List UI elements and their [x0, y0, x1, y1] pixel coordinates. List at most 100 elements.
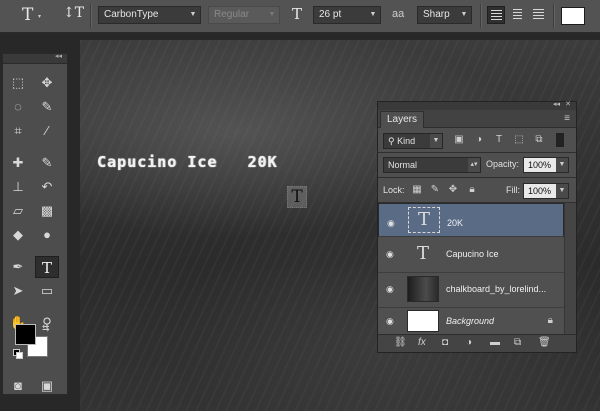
marquee-tool-icon[interactable]: ⬚: [6, 72, 30, 94]
layers-panel: ◂◂ ✕ Layers ≡ ⚲ Kind ▼ ▣ ◑ T ⬚ ⧉ Normal …: [377, 101, 577, 353]
chevron-down-icon: ▼: [556, 158, 568, 172]
layer-name[interactable]: Capucino Ice: [446, 249, 499, 259]
brush-tool-icon[interactable]: ✎: [35, 152, 59, 174]
font-size-icon: T: [292, 5, 303, 23]
options-bar: T ▾ ↕T CarbonType ▼ Regular ▼ T 26 pt ▼ …: [0, 0, 600, 33]
dodge-tool-icon[interactable]: ●: [35, 224, 59, 246]
layer-row-20k[interactable]: ◉ T 20K: [378, 203, 564, 237]
lock-all-icon[interactable]: 🔒︎: [466, 184, 478, 195]
fill-label: Fill:: [506, 185, 520, 195]
new-layer-icon[interactable]: ⧉: [514, 337, 521, 348]
tab-layers[interactable]: Layers: [380, 111, 425, 128]
color-swatches: ⇆: [13, 322, 57, 362]
align-center-icon: [512, 9, 522, 10]
chevron-down-icon: ▼: [556, 184, 568, 198]
align-center-button[interactable]: [508, 6, 526, 24]
path-select-tool-icon[interactable]: ➤: [6, 280, 30, 302]
align-right-button[interactable]: [529, 6, 547, 24]
trash-icon[interactable]: 🗑︎: [538, 337, 551, 348]
layer-row-capucino-ice[interactable]: ◉ T Capucino Ice: [378, 238, 564, 273]
fx-icon[interactable]: fx: [418, 337, 426, 348]
lock-label: Lock:: [383, 185, 405, 195]
lock-transparent-icon[interactable]: ▦: [411, 184, 423, 195]
layer-list-scrollbar[interactable]: [564, 203, 576, 334]
blur-tool-icon[interactable]: ◆: [6, 224, 30, 246]
eye-icon[interactable]: ◉: [386, 249, 394, 260]
eraser-tool-icon[interactable]: ▱: [6, 200, 30, 222]
swap-colors-icon[interactable]: ⇆: [42, 323, 50, 334]
eye-icon[interactable]: ◉: [387, 215, 395, 231]
search-icon: ⚲: [388, 136, 398, 146]
chevron-down-icon: ▴▾: [468, 158, 480, 172]
screen-mode-icon[interactable]: ▣: [35, 375, 59, 397]
panel-menu-icon[interactable]: ≡: [564, 113, 570, 124]
antialias-select[interactable]: Sharp ▼: [417, 6, 472, 24]
type-tool-preset-icon[interactable]: T: [22, 5, 33, 25]
close-icon[interactable]: ✕: [565, 100, 571, 108]
chevron-down-icon: ▼: [369, 11, 377, 18]
font-style-select[interactable]: Regular ▼: [208, 6, 280, 24]
image-layer-thumb: [407, 276, 439, 302]
gradient-tool-icon[interactable]: ▩: [35, 200, 59, 222]
layer-name[interactable]: Background: [446, 316, 494, 326]
adjustment-icon[interactable]: ◑: [466, 337, 472, 348]
history-brush-tool-icon[interactable]: ↶: [35, 176, 59, 198]
align-left-button[interactable]: [487, 6, 505, 24]
healing-tool-icon[interactable]: ✚: [6, 152, 30, 174]
group-icon[interactable]: ▬: [490, 337, 500, 348]
crop-tool-icon[interactable]: ⌗: [6, 120, 30, 142]
filter-row: ⚲ Kind ▼ ▣ ◑ T ⬚ ⧉: [378, 129, 576, 153]
chevron-down-icon: ▼: [189, 11, 197, 18]
layer-name[interactable]: 20K: [447, 215, 463, 231]
layers-panel-titlebar[interactable]: ◂◂ ✕: [378, 100, 576, 110]
separator: [553, 4, 555, 28]
eyedropper-tool-icon[interactable]: ⁄: [35, 120, 59, 142]
foreground-color[interactable]: [15, 324, 36, 345]
filter-pixel-icon[interactable]: ▣: [453, 134, 465, 145]
layer-row-background[interactable]: ◉ Background 🔒︎: [378, 308, 564, 335]
pen-tool-icon[interactable]: ✒: [6, 256, 30, 278]
move-tool-icon[interactable]: ✥: [35, 72, 59, 94]
eye-icon[interactable]: ◉: [386, 316, 394, 327]
filter-smart-icon[interactable]: ⧉: [533, 134, 545, 145]
stamp-tool-icon[interactable]: ⊥: [6, 176, 30, 198]
text-layer-thumb-icon: T: [408, 207, 440, 233]
fill-input[interactable]: 100% ▼: [523, 183, 569, 199]
filter-type-icon[interactable]: T: [493, 134, 505, 145]
preset-arrow-icon[interactable]: ▾: [38, 13, 41, 20]
lock-image-icon[interactable]: ✎: [429, 184, 441, 195]
lock-row: Lock: ▦ ✎ ✥ 🔒︎ Fill: 100% ▼: [378, 179, 576, 203]
text-color-swatch[interactable]: [561, 7, 585, 25]
blend-mode-select[interactable]: Normal ▴▾: [383, 157, 481, 173]
quick-mask-icon[interactable]: ◙: [6, 375, 30, 397]
link-icon[interactable]: ⛓: [394, 337, 407, 348]
default-colors-icon[interactable]: [13, 349, 23, 359]
text-orientation-icon[interactable]: ↕T: [63, 5, 84, 21]
collapse-icon[interactable]: ◂◂: [55, 52, 62, 60]
opacity-input[interactable]: 100% ▼: [523, 157, 569, 173]
separator: [90, 4, 92, 28]
layer-name[interactable]: chalkboard_by_lorelind...: [446, 284, 546, 294]
type-tool-icon[interactable]: T: [35, 256, 59, 278]
shape-tool-icon[interactable]: ▭: [35, 280, 59, 302]
lasso-tool-icon[interactable]: ◌: [6, 96, 30, 118]
chevron-down-icon: ▼: [430, 134, 442, 148]
antialias-icon: aa: [392, 8, 405, 20]
filter-adjustment-icon[interactable]: ◑: [473, 134, 485, 145]
collapse-icon[interactable]: ◂◂: [553, 100, 560, 108]
layer-row-chalkboard[interactable]: ◉ chalkboard_by_lorelind...: [378, 273, 564, 308]
mask-icon[interactable]: ◘: [442, 337, 448, 348]
quick-select-tool-icon[interactable]: ✎: [35, 96, 59, 118]
font-size-select[interactable]: 26 pt ▼: [313, 6, 381, 24]
layers-tabbar: Layers ≡: [378, 110, 576, 128]
separator: [480, 4, 482, 28]
eye-icon[interactable]: ◉: [386, 284, 394, 295]
filter-shape-icon[interactable]: ⬚: [513, 134, 525, 145]
filter-kind-select[interactable]: ⚲ Kind ▼: [383, 133, 443, 149]
canvas-text[interactable]: Capucino Ice 20K: [97, 153, 278, 171]
font-family-select[interactable]: CarbonType ▼: [98, 6, 201, 24]
tools-panel-header[interactable]: ◂◂: [3, 52, 67, 64]
layers-footer: ⛓ fx ◘ ◑ ▬ ⧉ 🗑︎: [378, 334, 576, 352]
filter-toggle[interactable]: [556, 133, 564, 147]
lock-position-icon[interactable]: ✥: [447, 184, 459, 195]
